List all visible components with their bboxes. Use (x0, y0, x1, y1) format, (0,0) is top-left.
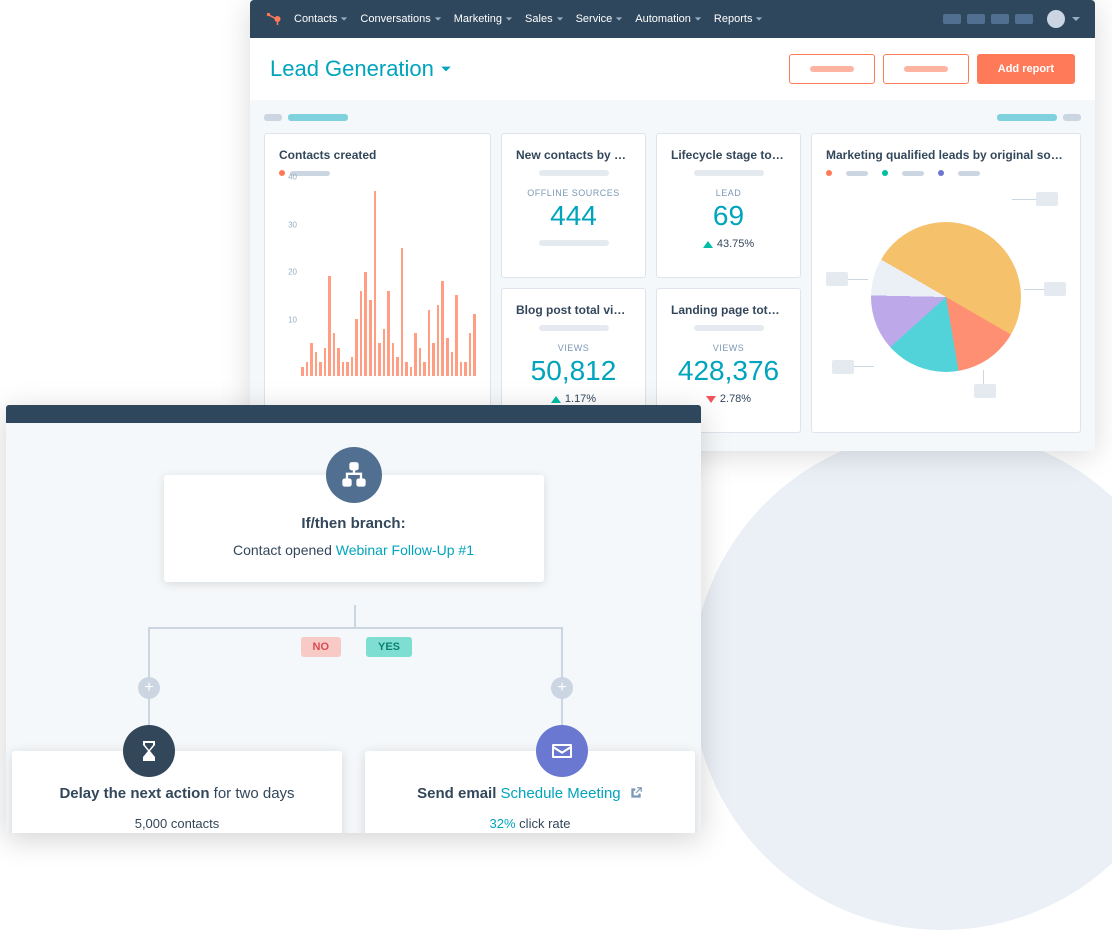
metric-change: 2.78% (671, 393, 786, 405)
nav-marketing[interactable]: Marketing (454, 13, 513, 25)
card-contacts-created: Contacts created 10203040 (264, 133, 491, 433)
nav-service[interactable]: Service (576, 13, 624, 25)
nav-label: Automation (635, 13, 691, 25)
nav-label: Conversations (360, 13, 430, 25)
chevron-down-icon[interactable] (1071, 14, 1081, 24)
pie-legend (826, 170, 1066, 176)
branch-link[interactable]: Webinar Follow-Up #1 (336, 542, 474, 558)
dashboard-body: Contacts created 10203040 New contacts b… (250, 100, 1095, 451)
mail-icon (550, 739, 574, 763)
page-header: Lead Generation Add report (250, 38, 1095, 100)
send-title: Send email Schedule Meeting (383, 785, 677, 802)
metric-value: 69 (671, 200, 786, 232)
topnav-right (943, 10, 1081, 28)
page-title: Lead Generation (270, 56, 434, 82)
nav-items: Contacts Conversations Marketing Sales S… (294, 13, 763, 25)
nav-label: Marketing (454, 13, 502, 25)
dashboard-window: Contacts Conversations Marketing Sales S… (250, 0, 1095, 451)
metric-label: OFFLINE SOURCES (516, 188, 631, 198)
nav-label: Reports (714, 13, 753, 25)
hubspot-logo-icon (264, 10, 282, 28)
topnav-placeholder-icon[interactable] (991, 14, 1009, 24)
branch-yes-badge: YES (366, 637, 412, 657)
send-email-card[interactable]: Send email Schedule Meeting 32% click ra… (365, 751, 695, 833)
external-link-icon (629, 786, 643, 800)
add-step-button-left[interactable]: + (138, 677, 160, 699)
nav-contacts[interactable]: Contacts (294, 13, 348, 25)
delay-sub: 5,000 contacts (30, 816, 324, 831)
nav-sales[interactable]: Sales (525, 13, 564, 25)
bg-decor-circle (692, 430, 1112, 930)
delay-title: Delay the next action for two days (30, 785, 324, 802)
card-title: Contacts created (279, 148, 476, 162)
branch-title: If/then branch: (188, 515, 520, 532)
card-lifecycle: Lifecycle stage totals LEAD 69 43.75% (656, 133, 801, 278)
branch-no-badge: NO (301, 637, 342, 657)
card-title: Blog post total views (516, 303, 631, 317)
card-new-contacts: New contacts by source OFFLINE SOURCES 4… (501, 133, 646, 278)
metric-value: 428,376 (671, 355, 786, 387)
metric-label: VIEWS (671, 343, 786, 353)
sitemap-icon (340, 461, 368, 489)
card-title: Landing page total… (671, 303, 786, 317)
metric-label: VIEWS (516, 343, 631, 353)
card-pie: Marketing qualified leads by original so… (811, 133, 1081, 433)
mid-col-2: Lifecycle stage totals LEAD 69 43.75% La… (656, 133, 801, 433)
nav-automation[interactable]: Automation (635, 13, 702, 25)
metric-value: 50,812 (516, 355, 631, 387)
delay-node-icon (123, 725, 175, 777)
metric-change: 1.17% (516, 393, 631, 405)
placeholder-button[interactable] (883, 54, 969, 84)
metric-value: 444 (516, 200, 631, 232)
pie-chart (826, 182, 1066, 412)
cards-grid: Contacts created 10203040 New contacts b… (264, 133, 1081, 433)
send-sub: 32% click rate (383, 816, 677, 831)
branch-node-icon (326, 447, 382, 503)
metric-label: LEAD (671, 188, 786, 198)
top-nav: Contacts Conversations Marketing Sales S… (250, 0, 1095, 38)
chevron-down-icon (440, 63, 452, 75)
nav-conversations[interactable]: Conversations (360, 13, 441, 25)
page-actions: Add report (789, 54, 1075, 84)
send-link[interactable]: Schedule Meeting (501, 785, 621, 802)
mid-col-1: New contacts by source OFFLINE SOURCES 4… (501, 133, 646, 433)
email-node-icon (536, 725, 588, 777)
hourglass-icon (137, 739, 161, 763)
card-title: Lifecycle stage totals (671, 148, 786, 162)
add-report-button[interactable]: Add report (977, 54, 1075, 84)
page-title-dropdown[interactable]: Lead Generation (270, 56, 452, 82)
branch-text: Contact opened Webinar Follow-Up #1 (188, 542, 520, 558)
topnav-placeholder-icon[interactable] (1015, 14, 1033, 24)
skeleton-filter-row (264, 114, 1081, 121)
nav-reports[interactable]: Reports (714, 13, 764, 25)
card-title: New contacts by source (516, 148, 631, 162)
nav-label: Service (576, 13, 613, 25)
workflow-titlebar (6, 405, 701, 423)
metric-change: 43.75% (671, 238, 786, 250)
add-step-button-right[interactable]: + (551, 677, 573, 699)
workflow-panel: If/then branch: Contact opened Webinar F… (6, 405, 701, 833)
bar-chart: 10203040 (279, 186, 476, 396)
avatar-icon[interactable] (1047, 10, 1065, 28)
nav-label: Sales (525, 13, 553, 25)
delay-card[interactable]: Delay the next action for two days 5,000… (12, 751, 342, 833)
workflow-body: If/then branch: Contact opened Webinar F… (6, 423, 701, 833)
topnav-placeholder-icon[interactable] (967, 14, 985, 24)
card-title: Marketing qualified leads by original so… (826, 148, 1066, 162)
topnav-placeholder-icon[interactable] (943, 14, 961, 24)
nav-label: Contacts (294, 13, 337, 25)
placeholder-button[interactable] (789, 54, 875, 84)
